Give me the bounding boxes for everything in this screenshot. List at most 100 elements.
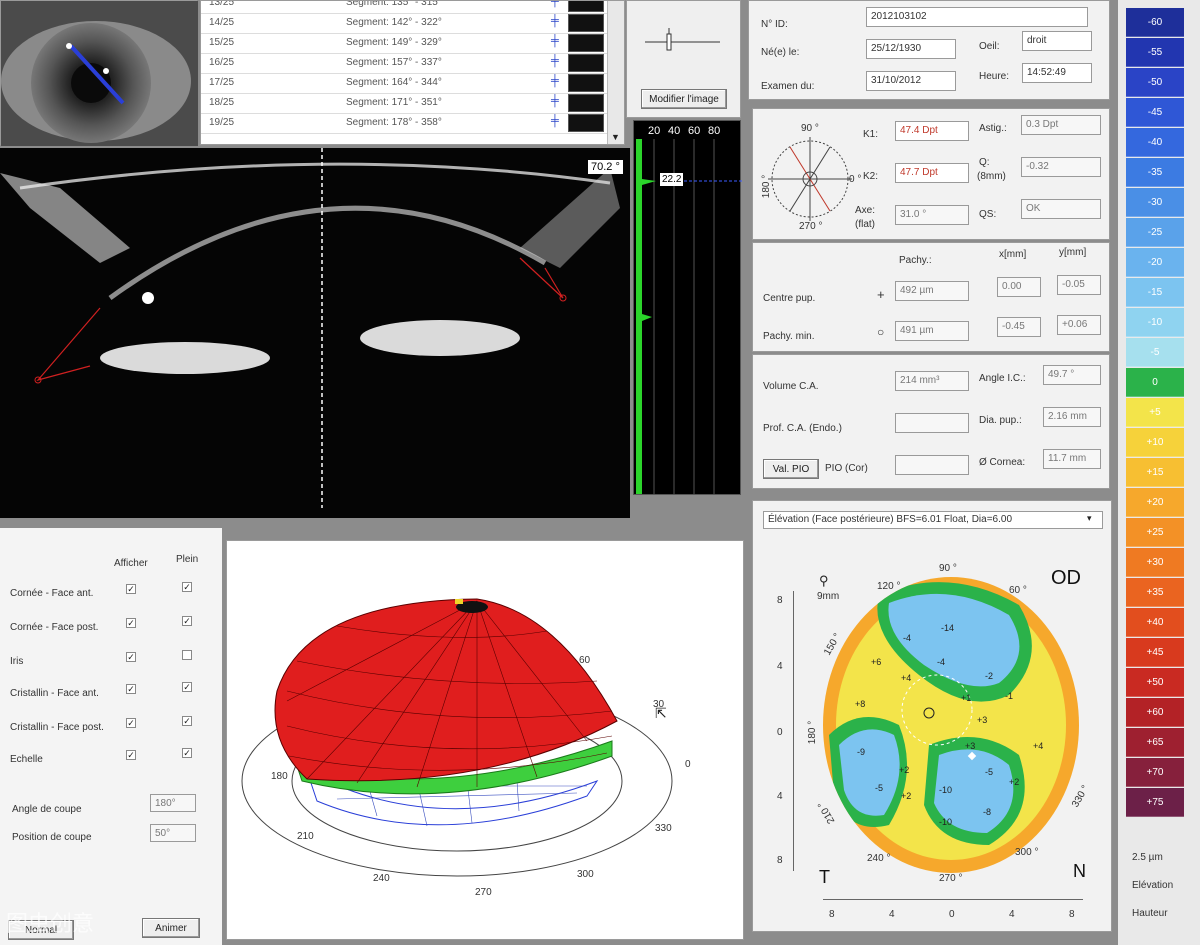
centre-pachy-field[interactable]: 492 µm — [895, 281, 969, 301]
scale-swatch: -25 — [1126, 218, 1184, 247]
scale-swatch: +40 — [1126, 608, 1184, 637]
show-checkbox[interactable]: ✓ — [126, 652, 136, 662]
segment-thumbnail — [568, 94, 604, 112]
scheimpflug-image[interactable]: 70.2 ° — [0, 148, 630, 518]
qs-field[interactable]: OK — [1021, 199, 1101, 219]
list-item[interactable]: 15/25 Segment: 149° - 329° ╪ — [201, 33, 621, 54]
val-pio-button[interactable]: Val. PIO — [763, 459, 819, 479]
list-item[interactable]: 19/25 Segment: 178° - 358° ╪ — [201, 113, 621, 134]
cornea-dia-field[interactable]: 11.7 mm — [1043, 449, 1101, 469]
x-tick: 8 — [829, 909, 835, 920]
q-field[interactable]: -0.32 — [1021, 157, 1101, 177]
segment-icon: ╪ — [551, 35, 559, 47]
angle-label: 330 — [655, 823, 672, 834]
k2-field[interactable]: 47.7 Dpt — [895, 163, 969, 183]
segment-thumbnail — [568, 114, 604, 132]
slider-icon[interactable] — [645, 26, 725, 56]
show-checkbox[interactable]: ✓ — [126, 684, 136, 694]
fill-checkbox[interactable]: ✓ — [182, 582, 192, 592]
list-item[interactable]: 18/25 Segment: 171° - 351° ╪ — [201, 93, 621, 114]
scale-swatch: -35 — [1126, 158, 1184, 187]
pio-field[interactable] — [895, 455, 969, 475]
angle-label: 270 — [475, 887, 492, 898]
min-pachy-field[interactable]: 491 µm — [895, 321, 969, 341]
map-value: -9 — [857, 747, 865, 757]
animate-button[interactable]: Animer — [142, 918, 200, 938]
scale-swatch: -10 — [1126, 308, 1184, 337]
y-tick: 4 — [777, 661, 783, 672]
list-item[interactable]: 14/25 Segment: 142° - 322° ╪ — [201, 13, 621, 34]
pupil-dia-field[interactable]: 2.16 mm — [1043, 407, 1101, 427]
x-tick: 0 — [949, 909, 955, 920]
fill-checkbox[interactable]: ✓ — [182, 682, 192, 692]
map-value: +6 — [871, 657, 881, 667]
eye-icon — [1, 1, 198, 146]
show-checkbox[interactable]: ✓ — [126, 584, 136, 594]
segment-icon: ╪ — [551, 95, 559, 107]
map-value: -5 — [875, 783, 883, 793]
segment-thumbnail — [568, 34, 604, 52]
exam-date-field[interactable]: 31/10/2012 — [866, 71, 956, 91]
scale-caption: 2.5 µm — [1132, 852, 1163, 863]
elevation-map-icon: -14 -4 -4 -2 -1 +6 +4 +8 +1 +3 -9 -5 +2 … — [823, 577, 1079, 873]
centre-y-field[interactable]: -0.05 — [1057, 275, 1101, 295]
y-tick: 0 — [777, 727, 783, 738]
map-type-select[interactable]: Élévation (Face postérieure) BFS=6.01 Fl… — [763, 511, 1103, 529]
list-scrollbar[interactable]: ▼ — [607, 1, 624, 144]
min-x-field[interactable]: -0.45 — [997, 317, 1041, 337]
list-item[interactable]: 17/25 Segment: 164° - 344° ╪ — [201, 73, 621, 94]
show-checkbox[interactable]: ✓ — [126, 718, 136, 728]
chevron-down-icon[interactable]: ▾ — [1087, 513, 1092, 524]
image-controls: Modifier l'image — [626, 0, 741, 118]
list-item[interactable]: 13/25 Segment: 135° - 315° ╪ — [201, 0, 621, 14]
fill-checkbox[interactable]: ✓ — [182, 616, 192, 626]
scale-swatch: 0 — [1126, 368, 1184, 397]
map-value: -10 — [939, 817, 952, 827]
volume-field[interactable]: 214 mm³ — [895, 371, 969, 391]
modify-image-button[interactable]: Modifier l'image — [641, 89, 727, 109]
circle-marker-icon: ○ — [877, 325, 885, 339]
show-checkbox[interactable]: ✓ — [126, 618, 136, 628]
scale-swatch: +5 — [1126, 398, 1184, 427]
map-value: +4 — [1033, 741, 1043, 751]
eye-field[interactable]: droit — [1022, 31, 1092, 51]
cut-angle-spinner[interactable]: 180° — [150, 794, 196, 812]
anterior-chamber-panel: Volume C.A. 214 mm³ Angle I.C.: 49.7 ° P… — [752, 354, 1110, 489]
scroll-down-icon[interactable]: ▼ — [611, 132, 620, 142]
segment-icon: ╪ — [551, 0, 559, 7]
map-value: +3 — [965, 741, 975, 751]
scale-swatch: +60 — [1126, 698, 1184, 727]
scale-caption: Hauteur — [1132, 908, 1168, 919]
density-tick: 40 — [668, 125, 681, 137]
segment-icon: ╪ — [551, 115, 559, 127]
map-value: -4 — [937, 657, 945, 667]
map-value: -4 — [903, 633, 911, 643]
fill-checkbox[interactable]: ✓ — [182, 748, 192, 758]
fill-checkbox[interactable]: ✓ — [182, 716, 192, 726]
show-checkbox[interactable]: ✓ — [126, 750, 136, 760]
cut-position-spinner[interactable]: 50° — [150, 824, 196, 842]
fill-checkbox[interactable] — [182, 650, 192, 660]
depth-field[interactable] — [895, 413, 969, 433]
watermark: 图虫创意 — [6, 911, 95, 936]
k1-field[interactable]: 47.4 Dpt — [895, 121, 969, 141]
density-profile: 20 40 60 80 22.2 — [633, 120, 742, 495]
list-item[interactable]: 16/25 Segment: 157° - 337° ╪ — [201, 53, 621, 74]
segment-thumbnail — [568, 14, 604, 32]
min-y-field[interactable]: +0.06 — [1057, 315, 1101, 335]
patient-id-field[interactable]: 2012103102 — [866, 7, 1088, 27]
eye-camera-image — [0, 0, 198, 146]
map-value: +2 — [901, 791, 911, 801]
map-value: -8 — [983, 807, 991, 817]
centre-x-field[interactable]: 0.00 — [997, 277, 1041, 297]
angle-ic-field[interactable]: 49.7 ° — [1043, 365, 1101, 385]
astig-field[interactable]: 0.3 Dpt — [1021, 115, 1101, 135]
exam-time-field[interactable]: 14:52:49 — [1022, 63, 1092, 83]
3d-model-view[interactable]: 60 30 0 330 300 270 240 210 180 ⇱ — [226, 540, 744, 940]
segment-list[interactable]: 13/25 Segment: 135° - 315° ╪ 14/25 Segment:… — [200, 0, 625, 145]
axis-wheel-icon — [768, 137, 852, 221]
axe-field[interactable]: 31.0 ° — [895, 205, 969, 225]
angle-label: 300 — [577, 869, 594, 880]
density-tick: 80 — [708, 125, 721, 137]
dob-field[interactable]: 25/12/1930 — [866, 39, 956, 59]
